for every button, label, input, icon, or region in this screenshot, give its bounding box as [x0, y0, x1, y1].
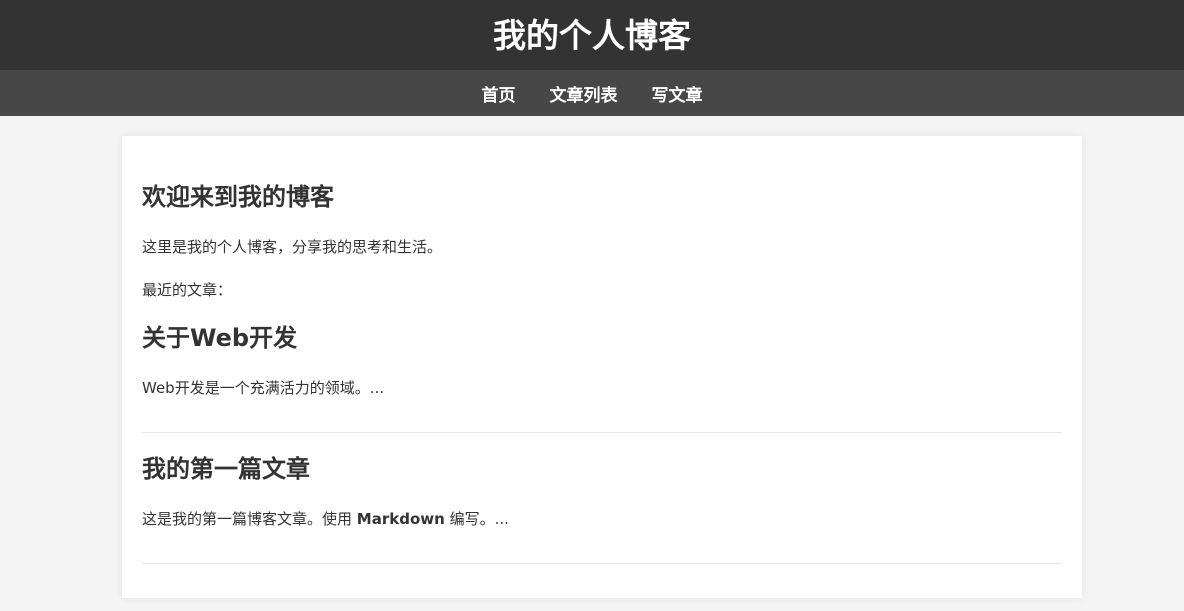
nav-item-write-post[interactable]: 写文章 — [652, 81, 703, 106]
intro-text: 这里是我的个人博客，分享我的思考和生活。 — [142, 238, 443, 256]
post-item: 关于Web开发 Web开发是一个充满活力的领域。... — [142, 323, 1062, 433]
post-title-link[interactable]: 我的第一篇文章 — [142, 454, 1062, 484]
post-excerpt-text: 这是我的第一篇博客文章。使用 — [142, 510, 357, 528]
recent-posts-label: 最近的文章： — [142, 281, 233, 299]
content-card: 欢迎来到我的博客 这里是我的个人博客，分享我的思考和生活。 最近的文章： 关于W… — [122, 136, 1082, 598]
main-nav: 首页 文章列表 写文章 — [0, 70, 1184, 116]
post-excerpt: Web开发是一个充满活力的领域。... — [142, 379, 385, 397]
site-title: 我的个人博客 — [493, 15, 691, 55]
post-excerpt-bold: Markdown — [356, 510, 445, 528]
nav-item-post-list[interactable]: 文章列表 — [550, 81, 618, 106]
nav-item-home[interactable]: 首页 — [482, 81, 516, 106]
post-excerpt-text-end: 编写。... — [444, 510, 509, 528]
post-title-link[interactable]: 关于Web开发 — [142, 323, 1062, 353]
site-header: 我的个人博客 — [0, 0, 1184, 70]
post-excerpt: 这是我的第一篇博客文章。使用 Markdown 编写。... — [142, 509, 509, 529]
welcome-heading: 欢迎来到我的博客 — [142, 183, 334, 211]
post-item: 我的第一篇文章 这是我的第一篇博客文章。使用 Markdown 编写。... — [142, 454, 1062, 564]
